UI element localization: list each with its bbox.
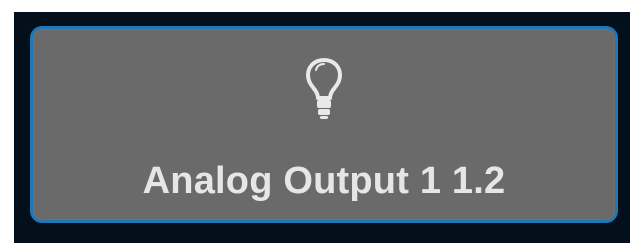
lightbulb-icon [304,56,344,120]
widget-frame: Analog Output 1 1.2 [14,12,630,243]
analog-output-tile[interactable]: Analog Output 1 1.2 [30,26,618,223]
tile-label: Analog Output 1 1.2 [142,160,506,202]
